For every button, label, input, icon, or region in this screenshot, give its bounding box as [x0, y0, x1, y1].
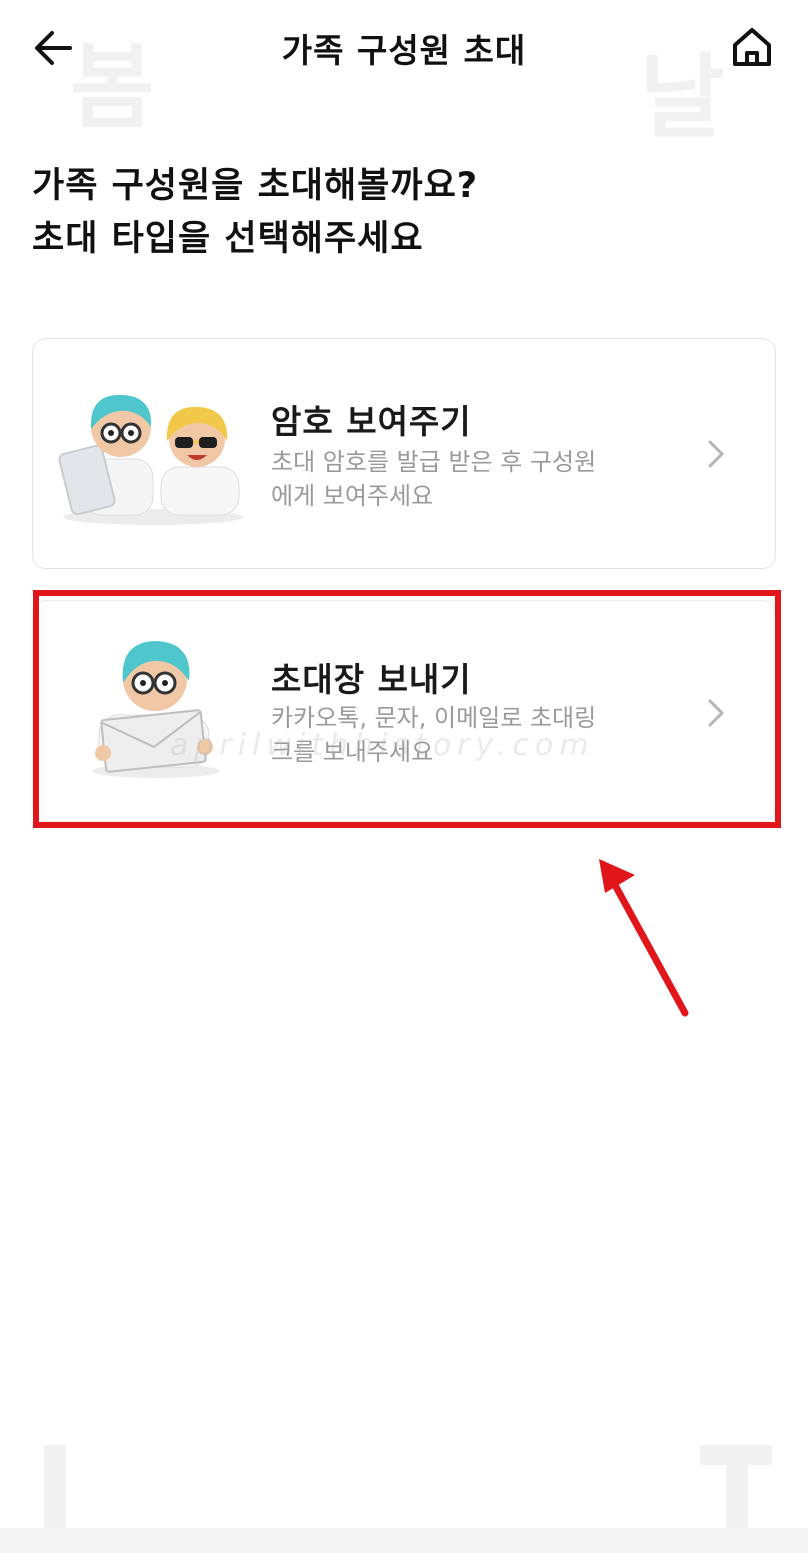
invite-heading: 가족 구성원을 초대해볼까요? 초대 타입을 선택해주세요	[32, 160, 478, 266]
background-decoration	[726, 1445, 748, 1540]
home-icon	[733, 28, 771, 66]
option-title: 암호 보여주기	[271, 402, 472, 441]
home-button[interactable]	[726, 22, 778, 74]
characters-with-tablet-illustration	[58, 394, 243, 525]
heading-line: 가족 구성원을 초대해볼까요?	[32, 166, 479, 206]
bottom-system-bar	[0, 1528, 808, 1553]
annotation-arrow-icon	[599, 859, 689, 1017]
option-show-password[interactable]: 암호 보여주기 초대 암호를 발급 받은 후 구성원 에게 보여주세요	[32, 338, 776, 569]
option-description-line: 에게 보여주세요	[271, 482, 434, 510]
option-description: 초대 암호를 발급 받은 후 구성원 에게 보여주세요	[271, 445, 661, 513]
blog-watermark: aprilwithhistory.com	[170, 728, 595, 763]
option-description-line: 초대 암호를 발급 받은 후 구성원	[271, 448, 597, 476]
page-title: 가족 구성원 초대	[281, 31, 527, 70]
option-title: 초대장 보내기	[271, 660, 472, 699]
background-decoration	[44, 1445, 66, 1540]
app-header: 가족 구성원 초대	[0, 0, 808, 100]
heading-line: 초대 타입을 선택해주세요	[32, 219, 424, 259]
option-send-invitation[interactable]: 초대장 보내기 카카오톡, 문자, 이메일로 초대링 크를 보내주세요	[32, 600, 776, 822]
chevron-right-icon	[708, 699, 724, 727]
chevron-right-icon	[708, 440, 724, 468]
